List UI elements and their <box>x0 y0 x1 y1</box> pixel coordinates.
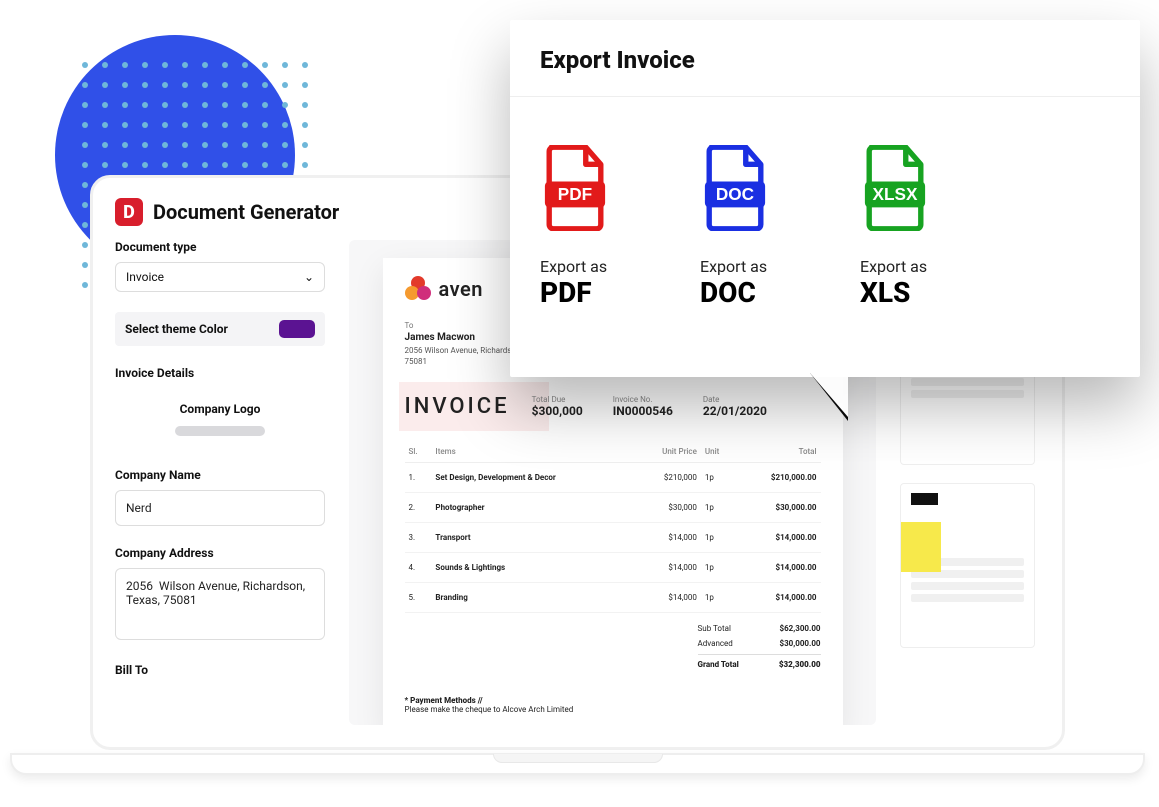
theme-color-swatch[interactable] <box>279 320 315 338</box>
table-row: 3.Transport$14,0001p$14,000.00 <box>405 522 821 552</box>
chevron-down-icon: ⌄ <box>304 271 314 283</box>
table-row: 1.Set Design, Development & Decor$210,00… <box>405 462 821 492</box>
payment-methods-text: Please make the cheque to Alcove Arch Li… <box>405 705 574 714</box>
thumb-brand: NERD <box>911 493 938 505</box>
company-logo-upload[interactable]: Company Logo <box>115 390 325 448</box>
file-doc-icon: DOC <box>700 145 770 231</box>
invoice-no-label: Invoice No. <box>613 395 673 404</box>
invoice-title: INVOICE <box>405 394 510 419</box>
col-unit-price: Unit Price <box>634 441 701 463</box>
svg-text:PDF: PDF <box>558 184 592 204</box>
svg-text:DOC: DOC <box>716 184 754 204</box>
invoice-date-value: 22/01/2020 <box>703 404 767 418</box>
app-title: Document Generator <box>153 200 339 224</box>
subtotal-label: Sub Total <box>698 624 731 633</box>
export-option-xls[interactable]: XLSX Export asXLS <box>860 145 930 309</box>
table-row: 5.Branding$14,0001p$14,000.00 <box>405 582 821 612</box>
doc-type-label: Document type <box>115 240 325 254</box>
export-label-small: Export as <box>700 257 770 276</box>
export-label-big: PDF <box>540 276 610 309</box>
col-unit: Unit <box>701 441 736 463</box>
theme-color-row[interactable]: Select theme Color <box>115 312 325 346</box>
settings-sidebar: Document type Invoice ⌄ Select theme Col… <box>115 240 325 725</box>
export-invoice-popover: Export Invoice PDFExport asPDFDOCExport … <box>510 20 1140 377</box>
export-option-doc[interactable]: DOCExport asDOC <box>700 145 770 309</box>
advanced-value: $30,000.00 <box>779 639 820 648</box>
company-name-input[interactable] <box>115 490 325 526</box>
export-label-big: DOC <box>700 276 770 309</box>
total-due-label: Total Due <box>532 395 583 404</box>
file-xls-icon: XLSX <box>860 145 930 231</box>
subtotal-value: $62,300.00 <box>779 624 820 633</box>
company-name-label: Company Name <box>115 468 325 482</box>
invoice-items-table: Sl. Items Unit Price Unit Total 1.Set De… <box>405 441 821 613</box>
export-popover-title: Export Invoice <box>510 20 1140 97</box>
laptop-base <box>10 753 1145 775</box>
grand-total-label: Grand Total <box>698 660 739 669</box>
laptop-notch <box>493 754 663 763</box>
company-logo-placeholder <box>175 426 265 436</box>
advanced-label: Advanced <box>698 639 733 648</box>
brand-logo-icon <box>405 276 431 302</box>
invoice-no-value: IN0000546 <box>613 404 673 418</box>
brand-logo-text: aven <box>439 277 483 301</box>
payment-methods-label: * Payment Methods // <box>405 696 483 705</box>
export-option-pdf[interactable]: PDFExport asPDF <box>540 145 610 309</box>
theme-color-label: Select theme Color <box>125 322 228 336</box>
doc-type-value: Invoice <box>126 270 164 284</box>
total-due-value: $300,000 <box>532 404 583 418</box>
template-thumbnail[interactable]: NERD <box>900 483 1035 648</box>
col-total: Total <box>736 441 820 463</box>
export-label-big: XLS <box>860 276 930 309</box>
company-address-label: Company Address <box>115 546 325 560</box>
invoice-totals: Sub Total $62,300.00 Advanced $30,000.00 G… <box>698 621 821 672</box>
export-label-small: Export as <box>860 257 930 276</box>
invoice-date-label: Date <box>703 395 767 404</box>
app-logo-icon: D <box>115 198 143 226</box>
company-address-input[interactable]: 2056 Wilson Avenue, Richardson, Texas, 7… <box>115 568 325 640</box>
table-row: 2.Photographer$30,0001p$30,000.00 <box>405 492 821 522</box>
doc-type-select[interactable]: Invoice ⌄ <box>115 262 325 292</box>
file-pdf-icon: PDF <box>540 145 610 231</box>
thumb-accent-block <box>901 522 941 572</box>
export-label-small: Export as <box>540 257 610 276</box>
grand-total-value: $32,300.00 <box>779 660 821 669</box>
col-sl: Sl. <box>405 441 432 463</box>
bill-to-heading: Bill To <box>115 663 325 677</box>
svg-text:XLSX: XLSX <box>873 184 918 204</box>
col-items: Items <box>431 441 633 463</box>
table-row: 4.Sounds & Lightings$14,0001p$14,000.00 <box>405 552 821 582</box>
invoice-details-heading: Invoice Details <box>115 366 325 380</box>
company-logo-label: Company Logo <box>127 402 313 416</box>
popover-pointer <box>810 373 848 421</box>
